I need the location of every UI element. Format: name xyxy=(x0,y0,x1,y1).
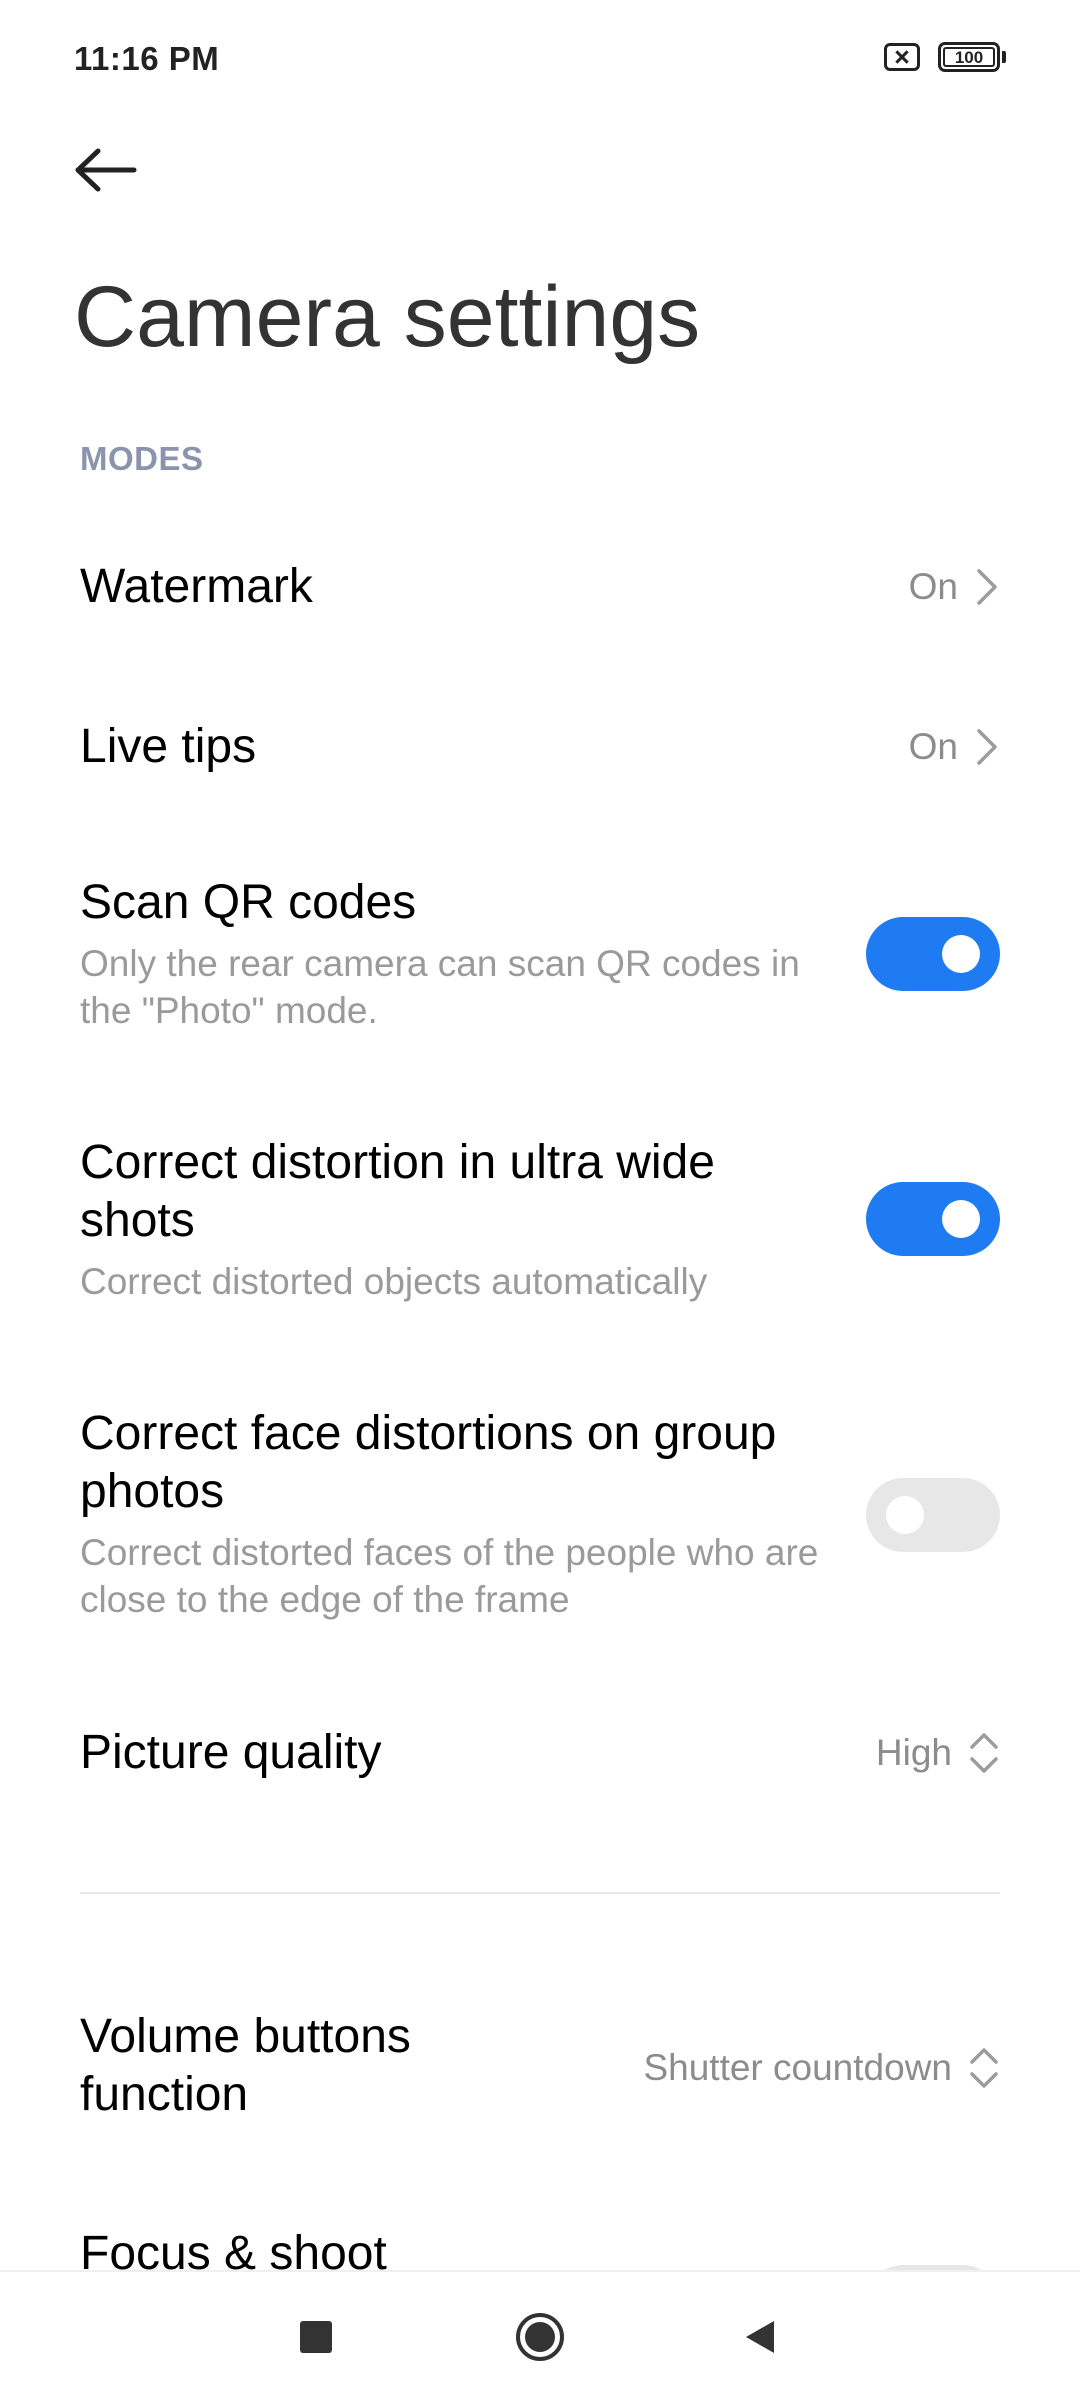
section-header-modes: MODES xyxy=(80,440,204,477)
navigation-bar xyxy=(0,2270,1080,2400)
setting-title: Scan QR codes xyxy=(80,876,417,929)
recents-button[interactable] xyxy=(256,2272,376,2400)
setting-subtitle: Correct distorted faces of the people wh… xyxy=(80,1532,819,1620)
correct-distortion-toggle[interactable] xyxy=(866,1182,1000,1256)
toggle-knob xyxy=(886,1496,924,1534)
picture-quality-value: High xyxy=(875,1732,952,1773)
setting-volume-buttons[interactable]: Volume buttons function Shutter countdow… xyxy=(80,2008,1000,2128)
circle-home-icon xyxy=(516,2313,564,2361)
section-divider xyxy=(80,1892,1000,1894)
status-icons: 100 xyxy=(884,42,1006,72)
chevron-right-icon xyxy=(977,729,997,765)
setting-picture-quality[interactable]: Picture quality High xyxy=(80,1718,1000,1788)
no-sim-icon xyxy=(884,43,920,71)
battery-level: 100 xyxy=(943,47,995,67)
back-button[interactable] xyxy=(74,135,154,205)
setting-title: Correct distortion in ultra wide shots xyxy=(80,1136,715,1247)
setting-subtitle: Only the rear camera can scan QR codes i… xyxy=(80,943,800,1031)
setting-value: High xyxy=(876,1718,1000,1788)
setting-value: On xyxy=(909,552,1000,622)
setting-title: Volume buttons function xyxy=(80,2010,411,2121)
chevron-up-down-icon xyxy=(970,1733,998,1773)
setting-watermark[interactable]: Watermark On xyxy=(80,552,1000,622)
watermark-value: On xyxy=(908,566,958,607)
chevron-up-down-icon xyxy=(970,2048,998,2088)
status-bar: 11:16 PM 100 xyxy=(0,0,1080,120)
page-title: Camera settings xyxy=(74,269,701,365)
setting-face-distortion[interactable]: Correct face distortions on group photos… xyxy=(80,1405,1000,1635)
setting-value: Shutter countdown xyxy=(643,2008,1000,2128)
triangle-back-icon xyxy=(746,2321,774,2353)
setting-title: Live tips xyxy=(80,720,257,773)
setting-scan-qr[interactable]: Scan QR codes Only the rear camera can s… xyxy=(80,874,1000,1034)
face-distortion-toggle[interactable] xyxy=(866,1478,1000,1552)
setting-correct-distortion[interactable]: Correct distortion in ultra wide shots C… xyxy=(80,1134,1000,1314)
arrow-left-icon xyxy=(75,148,137,192)
toggle-knob xyxy=(942,935,980,973)
live-tips-value: On xyxy=(908,726,958,767)
nav-back-button[interactable] xyxy=(700,2272,820,2400)
chevron-right-icon xyxy=(977,569,997,605)
status-time: 11:16 PM xyxy=(74,40,220,77)
setting-live-tips[interactable]: Live tips On xyxy=(80,712,1000,782)
setting-value: On xyxy=(909,712,1000,782)
home-button[interactable] xyxy=(480,2272,600,2400)
toggle-knob xyxy=(942,1200,980,1238)
volume-buttons-value: Shutter countdown xyxy=(643,2047,952,2088)
setting-title: Watermark xyxy=(80,560,313,613)
setting-title: Picture quality xyxy=(80,1726,382,1779)
battery-icon: 100 xyxy=(938,42,1006,72)
setting-title: Correct face distortions on group photos xyxy=(80,1407,777,1518)
square-icon xyxy=(300,2321,332,2353)
setting-subtitle: Correct distorted objects automatically xyxy=(80,1261,708,1302)
scan-qr-toggle[interactable] xyxy=(866,917,1000,991)
